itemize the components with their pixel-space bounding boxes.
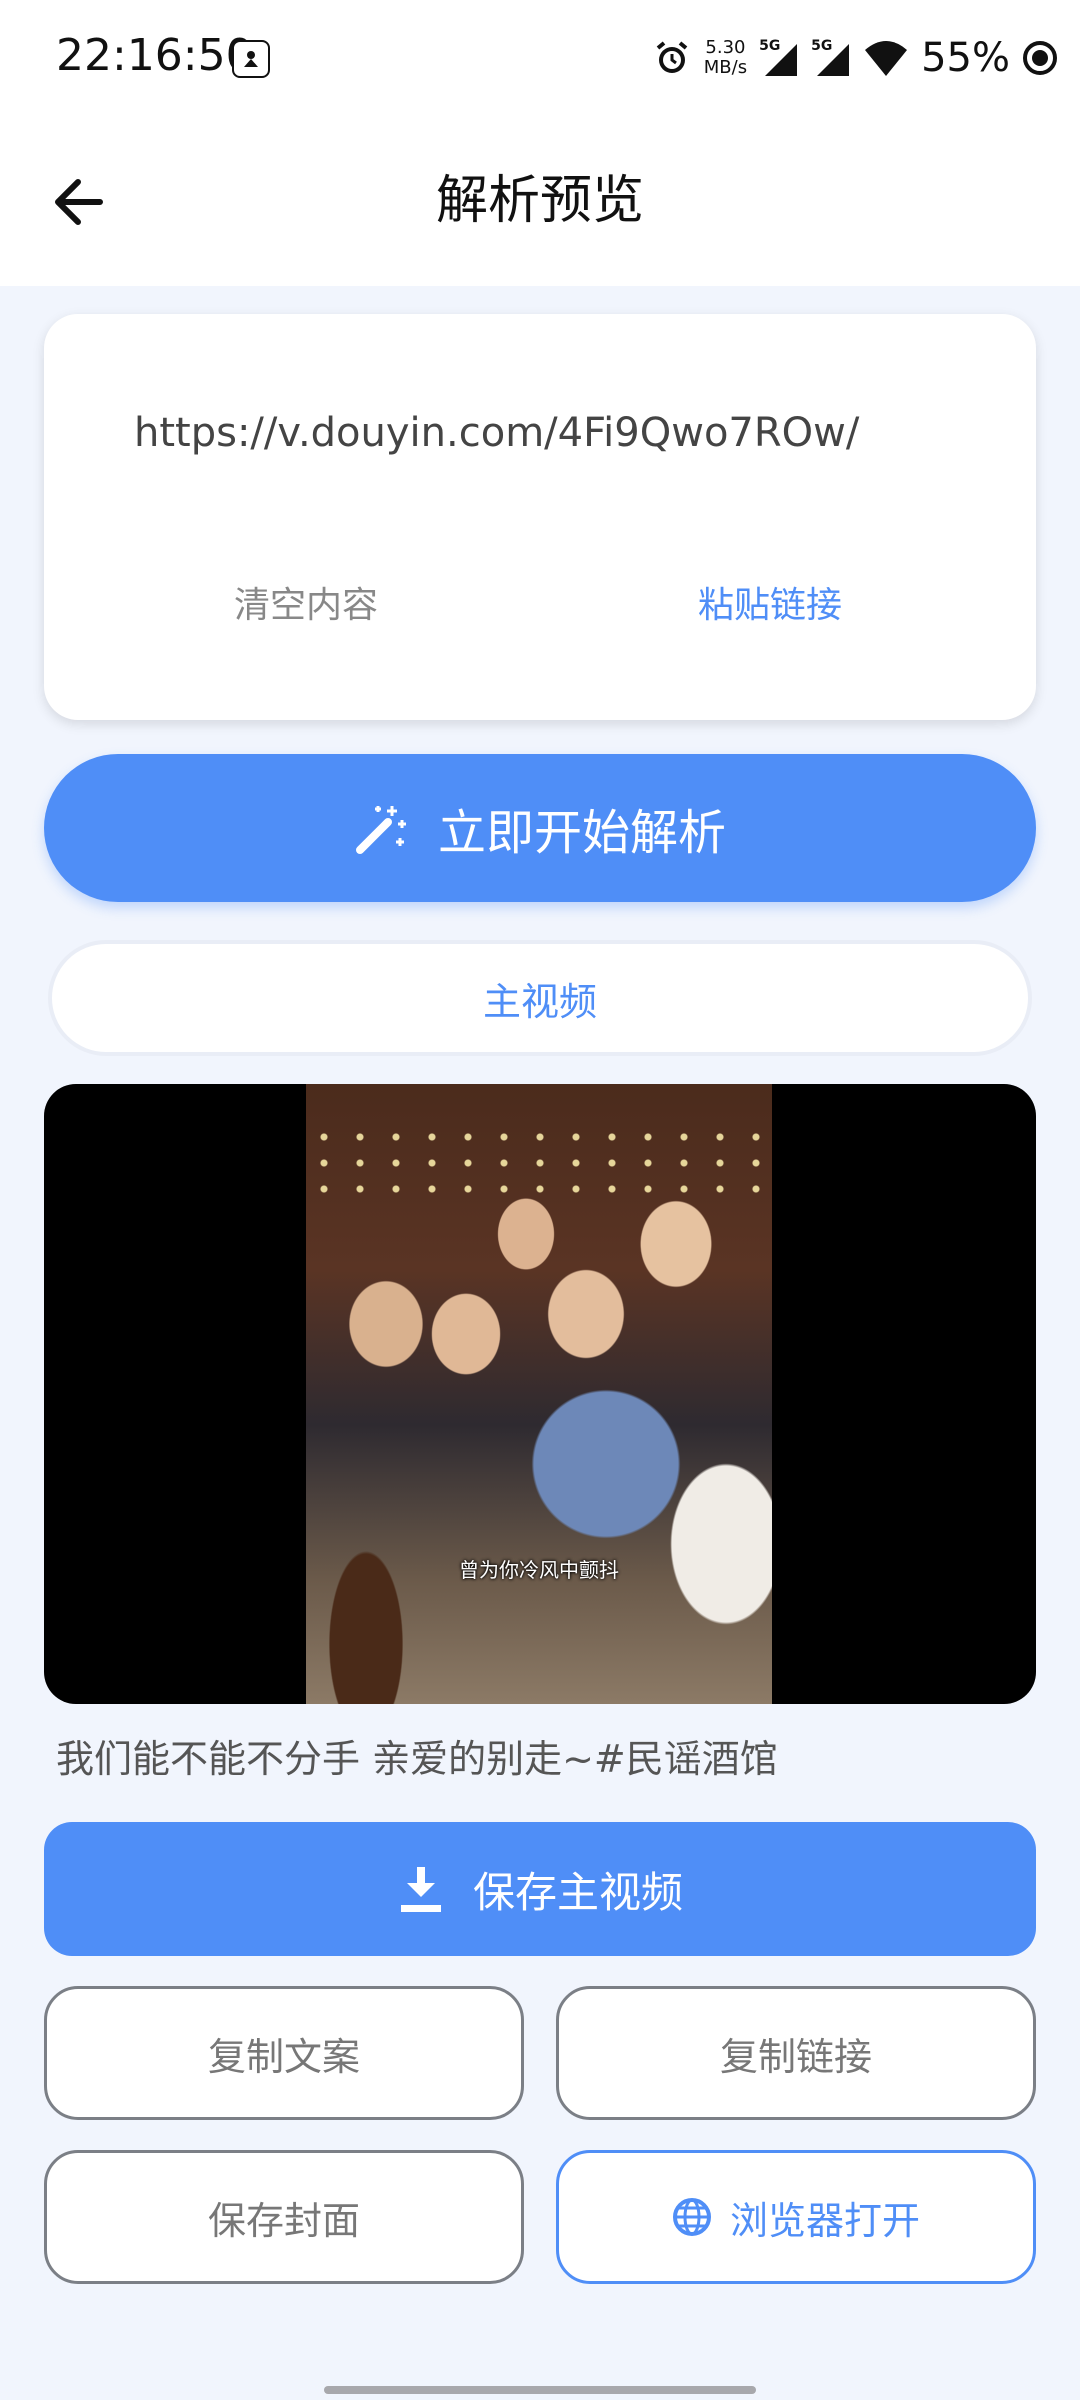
header: 解析预览 — [0, 118, 1080, 286]
copy-text-button[interactable]: 复制文案 — [44, 1986, 524, 2120]
video-caption: 我们能不能不分手 亲爱的别走~#民谣酒馆 — [56, 1737, 778, 1781]
wifi-icon — [865, 41, 908, 76]
signal-5g-icon: 5G — [759, 38, 799, 78]
open-in-browser-label: 浏览器打开 — [729, 2198, 920, 2243]
open-in-browser-button[interactable]: 浏览器打开 — [556, 2150, 1036, 2284]
video-frame: 曾为你冷风中颤抖 — [306, 1084, 772, 1704]
copy-link-button[interactable]: 复制链接 — [556, 1986, 1036, 2120]
status-time: 22:16:50 — [56, 30, 254, 81]
battery-icon — [1023, 41, 1057, 75]
battery-percentage: 55% — [921, 35, 1010, 81]
globe-icon — [672, 2198, 711, 2236]
notification-icon — [232, 40, 270, 78]
page-title: 解析预览 — [435, 171, 644, 231]
alarm-icon — [656, 41, 688, 73]
clear-content-button[interactable]: 清空内容 — [234, 576, 378, 628]
tab-main-video[interactable]: 主视频 — [48, 940, 1032, 1056]
status-icons: 5.30 MB/s 5G 5G 55% — [652, 30, 1058, 86]
save-main-video-button[interactable]: 保存主视频 — [44, 1822, 1036, 1956]
network-speed: 5.30 MB/s — [704, 38, 747, 78]
stage-lights — [306, 1124, 772, 1204]
video-preview[interactable]: 曾为你冷风中颤抖 — [44, 1084, 1036, 1704]
save-main-video-label: 保存主视频 — [472, 1867, 683, 1917]
video-subtitle: 曾为你冷风中颤抖 — [459, 1558, 619, 1582]
status-bar: 22:16:50 5.30 MB/s 5G 5G 55% — [0, 0, 1080, 118]
home-indicator[interactable] — [324, 2386, 756, 2394]
download-icon — [400, 1867, 441, 1912]
magic-wand-icon — [355, 806, 406, 854]
network-speed-value: 5.30 — [705, 37, 746, 58]
url-input[interactable]: https://v.douyin.com/4Fi9Qwo7ROw/ — [134, 410, 859, 456]
url-input-card: https://v.douyin.com/4Fi9Qwo7ROw/ 清空内容 粘… — [44, 314, 1036, 720]
network-speed-unit: MB/s — [703, 57, 748, 78]
start-parse-label: 立即开始解析 — [437, 805, 726, 861]
paste-link-button[interactable]: 粘贴链接 — [698, 576, 842, 628]
start-parse-button[interactable]: 立即开始解析 — [44, 754, 1036, 902]
signal-5g-icon-2: 5G — [811, 38, 851, 78]
save-cover-button[interactable]: 保存封面 — [44, 2150, 524, 2284]
